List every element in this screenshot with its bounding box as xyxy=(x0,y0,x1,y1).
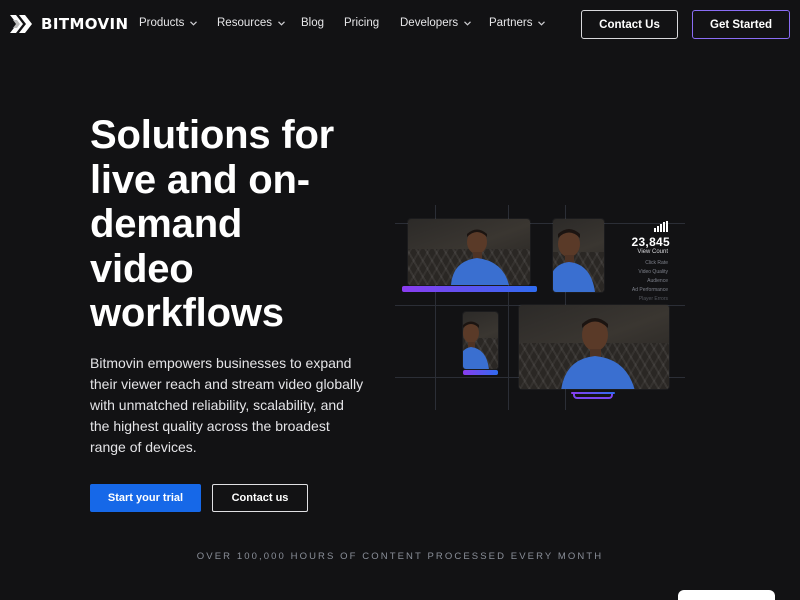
video-thumbnail xyxy=(519,305,669,389)
hero-title-line: workflows xyxy=(90,291,284,335)
metric-label: Video Quality xyxy=(638,269,668,275)
signal-bars-icon xyxy=(654,221,668,232)
video-thumbnail xyxy=(408,219,530,285)
contact-us-secondary-button[interactable]: Contact us xyxy=(212,484,308,512)
view-count-label: View Count xyxy=(637,249,668,255)
top-navigation: BITMOVIN Products Resources Blog Pricing… xyxy=(0,0,800,48)
video-thumbnail xyxy=(553,219,604,292)
nav-item-label: Products xyxy=(139,17,185,29)
get-started-button[interactable]: Get Started xyxy=(692,10,790,39)
progress-accent-bar xyxy=(402,286,537,292)
chat-widget-tab[interactable] xyxy=(678,590,775,600)
nav-item-developers[interactable]: Developers xyxy=(400,17,472,29)
metric-label: Player Errors xyxy=(638,296,668,302)
video-thumbnail xyxy=(463,312,498,369)
progress-accent-bar xyxy=(463,370,498,375)
hero-title-line: live and on- xyxy=(90,157,310,202)
nav-item-label: Resources xyxy=(217,17,272,29)
hero-title-line: video xyxy=(90,246,194,291)
hero-description: Bitmovin empowers businesses to expand t… xyxy=(90,355,364,455)
brand-logo[interactable]: BITMOVIN xyxy=(10,12,128,36)
chevrons-logo-icon xyxy=(10,15,32,33)
nav-item-label: Pricing xyxy=(344,17,380,29)
progress-accent-bar xyxy=(571,392,615,394)
nav-item-partners[interactable]: Partners xyxy=(489,17,546,29)
brand-name: BITMOVIN xyxy=(41,15,129,33)
nav-item-blog[interactable]: Blog xyxy=(301,17,324,29)
chevron-down-icon xyxy=(464,20,472,26)
hero-title-line: Solutions for xyxy=(90,113,335,157)
hero-title: Solutions for live and on- demand video … xyxy=(90,113,390,336)
person-image-icon xyxy=(553,229,595,292)
chevron-down-icon xyxy=(190,20,198,26)
stats-panel: 23,845 View Count Click Rate Video Quali… xyxy=(625,218,670,303)
metric-label: Audience xyxy=(647,278,668,284)
person-image-icon xyxy=(451,229,509,285)
view-count-value: 23,845 xyxy=(631,235,670,249)
nav-item-resources[interactable]: Resources xyxy=(217,17,285,29)
content-tagline: OVER 100,000 HOURS OF CONTENT PROCESSED … xyxy=(196,551,604,562)
metric-label: Click Rate xyxy=(645,260,668,266)
chevron-down-icon xyxy=(278,20,285,26)
person-image-icon xyxy=(561,318,635,389)
nav-item-products[interactable]: Products xyxy=(139,17,198,29)
nav-item-label: Partners xyxy=(489,17,533,29)
metric-label: Ad Performance xyxy=(631,287,668,293)
hero-title-line: demand xyxy=(90,202,243,246)
nav-item-label: Blog xyxy=(301,17,325,29)
start-trial-button[interactable]: Start your trial xyxy=(90,484,201,512)
contact-us-button[interactable]: Contact Us xyxy=(581,10,678,39)
nav-item-label: Developers xyxy=(400,17,459,29)
chevron-down-icon xyxy=(538,20,546,26)
person-image-icon xyxy=(463,321,489,369)
nav-item-pricing[interactable]: Pricing xyxy=(344,17,379,29)
